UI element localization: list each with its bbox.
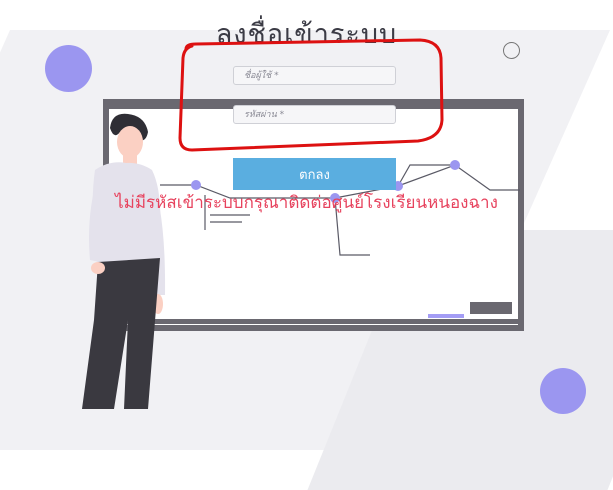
person-illustration-icon [82,113,166,409]
page-title: ลงชื่อเข้าระบบ [215,19,398,50]
contact-notice: ไม่มีรหัสเข้าระบบกรุณาติดต่อศูนย์โรงเรีย… [115,193,498,213]
login-submit-button[interactable]: ตกลง [233,158,396,190]
password-input[interactable]: รหัสผ่าน * [233,105,396,124]
username-input[interactable]: ชื่อผู้ใช้ * [233,66,396,85]
